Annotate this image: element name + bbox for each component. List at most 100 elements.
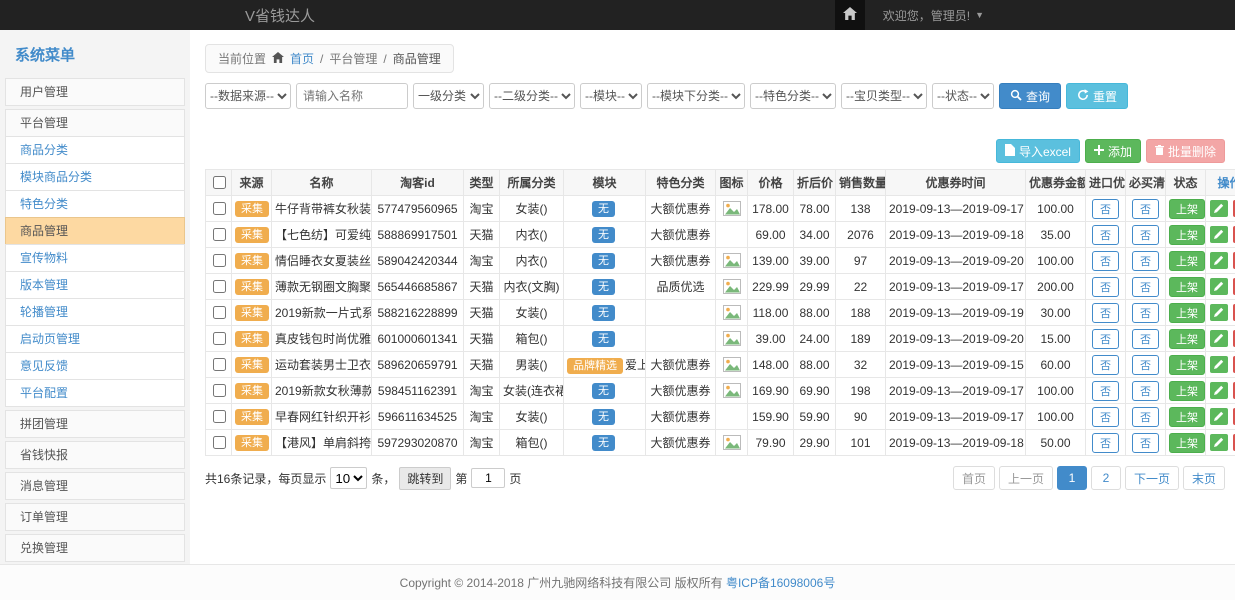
- sidebar-item-6[interactable]: 宣传物料: [5, 244, 185, 272]
- sidebar-item-9[interactable]: 启动页管理: [5, 325, 185, 353]
- edit-button[interactable]: [1210, 304, 1228, 321]
- status-button[interactable]: 上架: [1169, 433, 1205, 453]
- filter-select-0[interactable]: --数据来源--: [205, 83, 291, 109]
- sidebar-item-15[interactable]: 订单管理: [5, 503, 185, 531]
- row-checkbox[interactable]: [213, 228, 226, 241]
- import-select-toggle[interactable]: 否: [1092, 225, 1119, 245]
- reset-button[interactable]: 重置: [1066, 83, 1128, 109]
- page-button-2[interactable]: 1: [1057, 466, 1087, 490]
- jump-button[interactable]: 跳转到: [399, 467, 451, 490]
- import-select-toggle[interactable]: 否: [1092, 251, 1119, 271]
- edit-button[interactable]: [1210, 200, 1228, 217]
- row-checkbox[interactable]: [213, 436, 226, 449]
- must-buy-toggle[interactable]: 否: [1132, 381, 1159, 401]
- page-button-3[interactable]: 2: [1091, 466, 1121, 490]
- name-search-input[interactable]: [296, 83, 408, 109]
- must-buy-toggle[interactable]: 否: [1132, 225, 1159, 245]
- import-excel-button[interactable]: 导入excel: [996, 139, 1080, 163]
- must-buy-toggle[interactable]: 否: [1132, 329, 1159, 349]
- page-button-0[interactable]: 首页: [953, 466, 995, 490]
- per-page-select[interactable]: 10: [330, 467, 367, 489]
- page-button-4[interactable]: 下一页: [1125, 466, 1179, 490]
- edit-button[interactable]: [1210, 278, 1228, 295]
- add-button[interactable]: 添加: [1085, 139, 1141, 163]
- status-button[interactable]: 上架: [1169, 199, 1205, 219]
- import-select-toggle[interactable]: 否: [1092, 433, 1119, 453]
- filter-select-4[interactable]: --模块下分类--: [647, 83, 745, 109]
- edit-button[interactable]: [1210, 356, 1228, 373]
- sidebar-item-1[interactable]: 平台管理: [5, 109, 185, 137]
- page-button-1[interactable]: 上一页: [999, 466, 1053, 490]
- sidebar-item-7[interactable]: 版本管理: [5, 271, 185, 299]
- filter-select-3[interactable]: --模块--: [580, 83, 642, 109]
- row-checkbox[interactable]: [213, 202, 226, 215]
- sidebar-item-10[interactable]: 意见反馈: [5, 352, 185, 380]
- sidebar-item-14[interactable]: 消息管理: [5, 472, 185, 500]
- select-all-checkbox[interactable]: [213, 176, 226, 189]
- filter-select-2[interactable]: --二级分类--: [489, 83, 575, 109]
- product-name: 早春网红针织开衫女春...: [272, 404, 372, 430]
- icp-link[interactable]: 粤ICP备16098006号: [726, 576, 835, 590]
- must-buy-toggle[interactable]: 否: [1132, 199, 1159, 219]
- search-button[interactable]: 查询: [999, 83, 1061, 109]
- row-checkbox[interactable]: [213, 332, 226, 345]
- edit-button[interactable]: [1210, 252, 1228, 269]
- sidebar-item-0[interactable]: 用户管理: [5, 78, 185, 106]
- sidebar-item-16[interactable]: 兑换管理: [5, 534, 185, 562]
- must-buy-toggle[interactable]: 否: [1132, 433, 1159, 453]
- status-button[interactable]: 上架: [1169, 329, 1205, 349]
- must-buy-toggle[interactable]: 否: [1132, 407, 1159, 427]
- sidebar-item-5[interactable]: 商品管理: [5, 217, 185, 245]
- must-buy-toggle[interactable]: 否: [1132, 303, 1159, 323]
- sidebar-item-12[interactable]: 拼团管理: [5, 410, 185, 438]
- import-select-toggle[interactable]: 否: [1092, 355, 1119, 375]
- sidebar-item-2[interactable]: 商品分类: [5, 136, 185, 164]
- sidebar-item-13[interactable]: 省钱快报: [5, 441, 185, 469]
- status-button[interactable]: 上架: [1169, 251, 1205, 271]
- row-checkbox[interactable]: [213, 384, 226, 397]
- import-select-toggle[interactable]: 否: [1092, 407, 1119, 427]
- status-button[interactable]: 上架: [1169, 277, 1205, 297]
- row-checkbox[interactable]: [213, 358, 226, 371]
- import-select-toggle[interactable]: 否: [1092, 199, 1119, 219]
- import-select-toggle[interactable]: 否: [1092, 303, 1119, 323]
- row-checkbox[interactable]: [213, 254, 226, 267]
- reset-button-label: 重置: [1093, 88, 1117, 105]
- import-select-toggle[interactable]: 否: [1092, 381, 1119, 401]
- user-menu[interactable]: 欢迎您，管理员! ▼: [877, 6, 990, 25]
- must-buy-toggle[interactable]: 否: [1132, 251, 1159, 271]
- edit-button[interactable]: [1210, 408, 1228, 425]
- row-checkbox[interactable]: [213, 280, 226, 293]
- status-button[interactable]: 上架: [1169, 381, 1205, 401]
- import-select-toggle[interactable]: 否: [1092, 329, 1119, 349]
- filter-select-7[interactable]: --状态--: [932, 83, 994, 109]
- page-button-5[interactable]: 末页: [1183, 466, 1225, 490]
- row-checkbox[interactable]: [213, 306, 226, 319]
- filter-select-5[interactable]: --特色分类--: [750, 83, 836, 109]
- row-checkbox[interactable]: [213, 410, 226, 423]
- pencil-icon: [1214, 227, 1224, 242]
- filter-select-6[interactable]: --宝贝类型--: [841, 83, 927, 109]
- edit-button[interactable]: [1210, 226, 1228, 243]
- sidebar-item-3[interactable]: 模块商品分类: [5, 163, 185, 191]
- status-button[interactable]: 上架: [1169, 355, 1205, 375]
- status-button[interactable]: 上架: [1169, 225, 1205, 245]
- status-button[interactable]: 上架: [1169, 303, 1205, 323]
- batch-delete-button[interactable]: 批量删除: [1146, 139, 1225, 163]
- edit-button[interactable]: [1210, 330, 1228, 347]
- edit-button[interactable]: [1210, 434, 1228, 451]
- sidebar-item-8[interactable]: 轮播管理: [5, 298, 185, 326]
- edit-button[interactable]: [1210, 382, 1228, 399]
- page-number-input[interactable]: [471, 468, 505, 488]
- status-button[interactable]: 上架: [1169, 407, 1205, 427]
- must-buy-toggle[interactable]: 否: [1132, 277, 1159, 297]
- import-select-toggle[interactable]: 否: [1092, 277, 1119, 297]
- breadcrumb-home-link[interactable]: 首页: [290, 50, 314, 67]
- pencil-icon: [1214, 435, 1224, 450]
- sidebar-item-4[interactable]: 特色分类: [5, 190, 185, 218]
- home-button[interactable]: [835, 0, 865, 30]
- filter-select-1[interactable]: 一级分类: [413, 83, 484, 109]
- sidebar-item-11[interactable]: 平台配置: [5, 379, 185, 407]
- copyright-text: Copyright © 2014-2018 广州九驰网络科技有限公司 版权所有: [400, 576, 723, 590]
- must-buy-toggle[interactable]: 否: [1132, 355, 1159, 375]
